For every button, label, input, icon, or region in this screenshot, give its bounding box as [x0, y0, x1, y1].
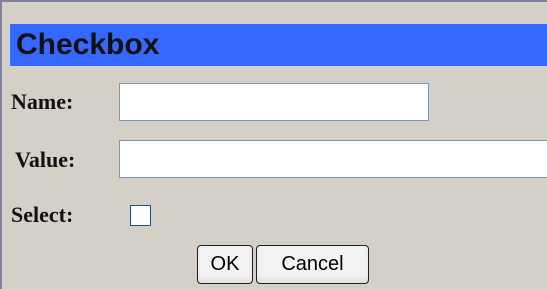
cancel-button[interactable]: Cancel: [256, 245, 369, 284]
dialog-title: Checkbox: [16, 28, 160, 61]
name-input[interactable]: [119, 83, 429, 121]
dialog-titlebar: Checkbox: [10, 24, 547, 66]
value-input[interactable]: [119, 140, 547, 178]
value-label: Value:: [15, 147, 76, 172]
ok-button[interactable]: OK: [197, 245, 253, 284]
name-label: Name:: [11, 89, 74, 114]
select-label: Select:: [11, 202, 74, 227]
checkbox-dialog: Checkbox Name: Value: Select: OK Cancel: [0, 0, 547, 289]
select-checkbox[interactable]: [130, 205, 151, 226]
